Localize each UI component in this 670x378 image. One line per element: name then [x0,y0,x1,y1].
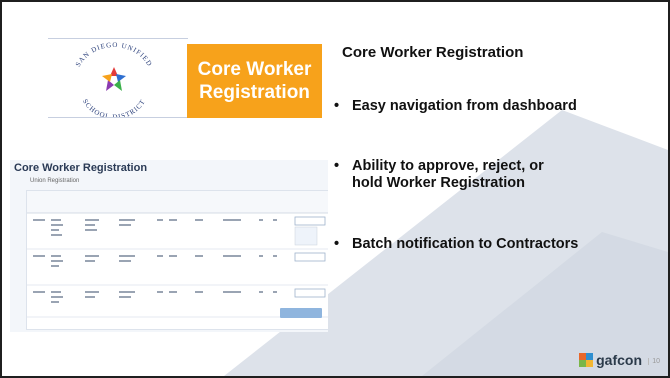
svg-text:SCHOOL DISTRICT: SCHOOL DISTRICT [81,98,147,117]
district-logo-icon: SAN DIEGO UNIFIED SCHOOL DISTRICT [74,41,154,121]
screenshot-title: Core Worker Registration [14,162,148,174]
bullet-line: Batch notification to Contractors [352,236,579,252]
bullet-text: Ability to approve, reject, or hold Work… [352,158,652,192]
bullet-dot: • [334,158,340,174]
svg-text:SAN DIEGO UNIFIED: SAN DIEGO UNIFIED [74,41,154,68]
bullet-dot: • [334,236,340,252]
panel-title: Core Worker Registration [342,44,524,61]
bullet-dot: • [334,98,340,114]
callout-line-2: Registration [199,82,310,103]
gafcon-logo-icon [579,353,594,367]
slide: SAN DIEGO UNIFIED SCHOOL DISTRICT Core W… [0,0,670,378]
callout-line-1: Core Worker [197,59,312,80]
bullet-text: Batch notification to Contractors [352,236,652,253]
bullet-line: Easy navigation from dashboard [352,98,577,114]
brand-name: gafcon [596,352,642,368]
bullet-line: hold Worker Registration [352,175,525,191]
bullet-text: Easy navigation from dashboard [352,98,652,115]
screenshot-submit-button [280,308,322,318]
bullet-line: Ability to approve, reject, or [352,158,544,174]
registration-screenshot: Core Worker Registration Union Registrat… [10,160,328,332]
logo-text-bottom: SCHOOL DISTRICT [81,98,146,121]
core-worker-callout: Core Worker Registration [187,44,322,118]
gafcon-brand: gafcon [579,352,642,368]
logo-text-top: SAN DIEGO UNIFIED [74,41,153,68]
screenshot-subtitle: Union Registration [30,178,80,184]
page-number: 10 [648,358,660,365]
district-logo-panel: SAN DIEGO UNIFIED SCHOOL DISTRICT [48,38,188,121]
